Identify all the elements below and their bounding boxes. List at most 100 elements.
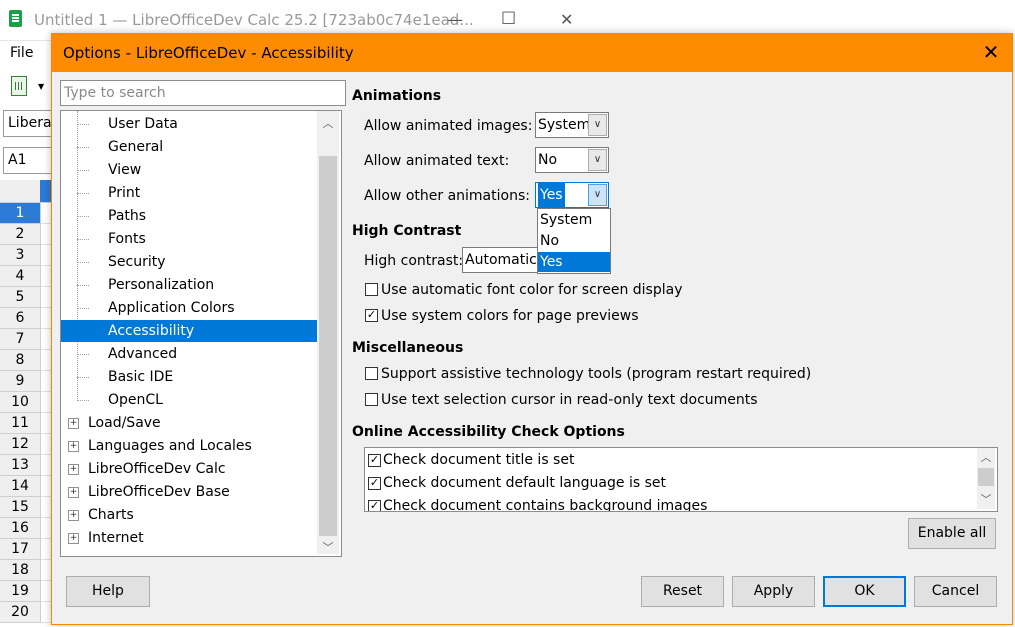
close-icon[interactable]: ✕ bbox=[979, 40, 1003, 64]
row-header[interactable]: 2 bbox=[0, 224, 41, 245]
chevron-down-icon[interactable]: ∨ bbox=[588, 114, 607, 136]
tree-item-security[interactable]: Security bbox=[61, 251, 166, 273]
high-contrast-heading: High Contrast bbox=[352, 223, 462, 239]
animated-text-combo[interactable]: No ∨ bbox=[535, 147, 609, 173]
dropdown-option-no[interactable]: No bbox=[538, 231, 610, 251]
text-cursor-checkbox[interactable] bbox=[365, 393, 378, 406]
row-header[interactable]: 13 bbox=[0, 455, 41, 476]
other-animations-combo[interactable]: Yes ∨ bbox=[535, 182, 609, 208]
online-check-item: Check document title is set bbox=[383, 452, 575, 468]
animated-text-label: Allow animated text: bbox=[364, 153, 510, 169]
tree-item-view[interactable]: View bbox=[61, 159, 141, 181]
row-header[interactable]: 11 bbox=[0, 413, 41, 434]
row-header[interactable]: 9 bbox=[0, 371, 41, 392]
dialog-title: Options - LibreOfficeDev - Accessibility bbox=[63, 44, 354, 62]
assistive-tools-label: Support assistive technology tools (prog… bbox=[381, 366, 812, 382]
tree-item-paths[interactable]: Paths bbox=[61, 205, 146, 227]
calc-window-title: Untitled 1 — LibreOfficeDev Calc 25.2 [7… bbox=[34, 11, 474, 29]
system-colors-checkbox[interactable]: ✓ bbox=[365, 309, 378, 322]
row-header[interactable]: 4 bbox=[0, 266, 41, 287]
ok-button[interactable]: OK bbox=[823, 576, 906, 607]
tree-item-print[interactable]: Print bbox=[61, 182, 140, 204]
dropdown-option-yes[interactable]: Yes bbox=[538, 252, 610, 272]
other-animations-dropdown: System No Yes bbox=[537, 208, 611, 274]
new-spreadsheet-icon[interactable] bbox=[11, 76, 27, 96]
other-animations-value: Yes bbox=[538, 183, 565, 207]
auto-font-color-label: Use automatic font color for screen disp… bbox=[381, 282, 683, 298]
tree-item-charts[interactable]: Charts bbox=[61, 504, 134, 526]
tree-item-accessibility[interactable]: Accessibility bbox=[61, 320, 317, 342]
reset-button[interactable]: Reset bbox=[641, 576, 724, 607]
animated-images-label: Allow animated images: bbox=[364, 118, 533, 134]
tree-item-advanced[interactable]: Advanced bbox=[61, 343, 177, 365]
row-header[interactable]: 18 bbox=[0, 560, 41, 581]
check-list-scroll-thumb[interactable] bbox=[978, 468, 994, 486]
row-header[interactable]: 8 bbox=[0, 350, 41, 371]
tree-item-load-save[interactable]: Load/Save bbox=[61, 412, 161, 434]
high-contrast-value: Automatic bbox=[465, 252, 537, 268]
assistive-tools-checkbox[interactable] bbox=[365, 367, 378, 380]
row-header[interactable]: 15 bbox=[0, 497, 41, 518]
row-header[interactable]: 17 bbox=[0, 539, 41, 560]
chevron-down-icon[interactable]: ▼ bbox=[38, 82, 44, 91]
row-header[interactable]: 12 bbox=[0, 434, 41, 455]
row-header[interactable]: 14 bbox=[0, 476, 41, 497]
animated-images-value: System bbox=[538, 117, 591, 133]
options-dialog: Options - LibreOfficeDev - Accessibility… bbox=[51, 33, 1013, 625]
row-header[interactable]: 3 bbox=[0, 245, 41, 266]
enable-all-button[interactable]: Enable all bbox=[908, 518, 996, 549]
search-input[interactable] bbox=[60, 80, 346, 106]
online-check-item: Check document default language is set bbox=[383, 475, 666, 491]
scroll-down-icon[interactable]: ﹀ bbox=[977, 491, 995, 507]
minimize-icon[interactable]: — bbox=[447, 10, 463, 29]
tree-scrollbar-thumb[interactable] bbox=[319, 156, 337, 536]
tree-item-languages-and-locales[interactable]: Languages and Locales bbox=[61, 435, 252, 457]
system-colors-label: Use system colors for page previews bbox=[381, 308, 639, 324]
scroll-up-icon[interactable]: ︿ bbox=[977, 449, 995, 465]
scroll-down-icon[interactable]: ﹀ bbox=[319, 539, 337, 555]
tree-item-application-colors[interactable]: Application Colors bbox=[61, 297, 235, 319]
tree-item-basic-ide[interactable]: Basic IDE bbox=[61, 366, 173, 388]
online-check-checkbox[interactable]: ✓ bbox=[368, 477, 381, 490]
scroll-up-icon[interactable]: ︿ bbox=[319, 115, 337, 131]
animated-images-combo[interactable]: System ∨ bbox=[535, 112, 609, 138]
row-header[interactable]: 16 bbox=[0, 518, 41, 539]
row-header[interactable]: 5 bbox=[0, 287, 41, 308]
row-header[interactable]: 19 bbox=[0, 581, 41, 602]
maximize-icon[interactable]: ☐ bbox=[501, 9, 516, 29]
calc-close-icon[interactable]: ✕ bbox=[560, 10, 573, 29]
animated-text-value: No bbox=[538, 152, 558, 168]
row-header[interactable]: 1 bbox=[0, 203, 41, 224]
miscellaneous-heading: Miscellaneous bbox=[352, 340, 464, 356]
online-check-item: Check document contains background image… bbox=[383, 498, 708, 512]
cancel-button[interactable]: Cancel bbox=[914, 576, 997, 607]
calc-app-icon bbox=[9, 10, 22, 27]
online-check-heading: Online Accessibility Check Options bbox=[352, 424, 625, 440]
tree-item-internet[interactable]: Internet bbox=[61, 527, 144, 549]
other-animations-label: Allow other animations: bbox=[364, 188, 530, 204]
tree-item-personalization[interactable]: Personalization bbox=[61, 274, 214, 296]
tree-item-general[interactable]: General bbox=[61, 136, 163, 158]
dropdown-option-system[interactable]: System bbox=[538, 210, 610, 230]
row-header[interactable]: 10 bbox=[0, 392, 41, 413]
row-header[interactable]: 6 bbox=[0, 308, 41, 329]
menu-file[interactable]: File bbox=[10, 45, 33, 61]
row-header[interactable]: 7 bbox=[0, 329, 41, 350]
options-tree: User Data General View Print Paths Fonts Secur… bbox=[60, 110, 342, 557]
apply-button[interactable]: Apply bbox=[732, 576, 815, 607]
help-button[interactable]: Help bbox=[66, 576, 150, 607]
chevron-down-icon[interactable]: ∨ bbox=[588, 149, 607, 171]
tree-item-libreofficedev-calc[interactable]: LibreOfficeDev Calc bbox=[61, 458, 226, 480]
online-check-checkbox[interactable]: ✓ bbox=[368, 500, 381, 511]
high-contrast-label: High contrast: bbox=[364, 253, 464, 269]
row-header[interactable]: 20 bbox=[0, 602, 41, 623]
text-cursor-label: Use text selection cursor in read-only t… bbox=[381, 392, 758, 408]
tree-item-fonts[interactable]: Fonts bbox=[61, 228, 146, 250]
tree-item-libreofficedev-base[interactable]: LibreOfficeDev Base bbox=[61, 481, 230, 503]
tree-item-user-data[interactable]: User Data bbox=[61, 113, 178, 135]
online-check-list: ✓ Check document title is set ✓ Check docum… bbox=[364, 447, 998, 512]
chevron-down-icon[interactable]: ∨ bbox=[588, 184, 607, 206]
online-check-checkbox[interactable]: ✓ bbox=[368, 454, 381, 467]
auto-font-color-checkbox[interactable] bbox=[365, 283, 378, 296]
tree-item-opencl[interactable]: OpenCL bbox=[61, 389, 163, 411]
